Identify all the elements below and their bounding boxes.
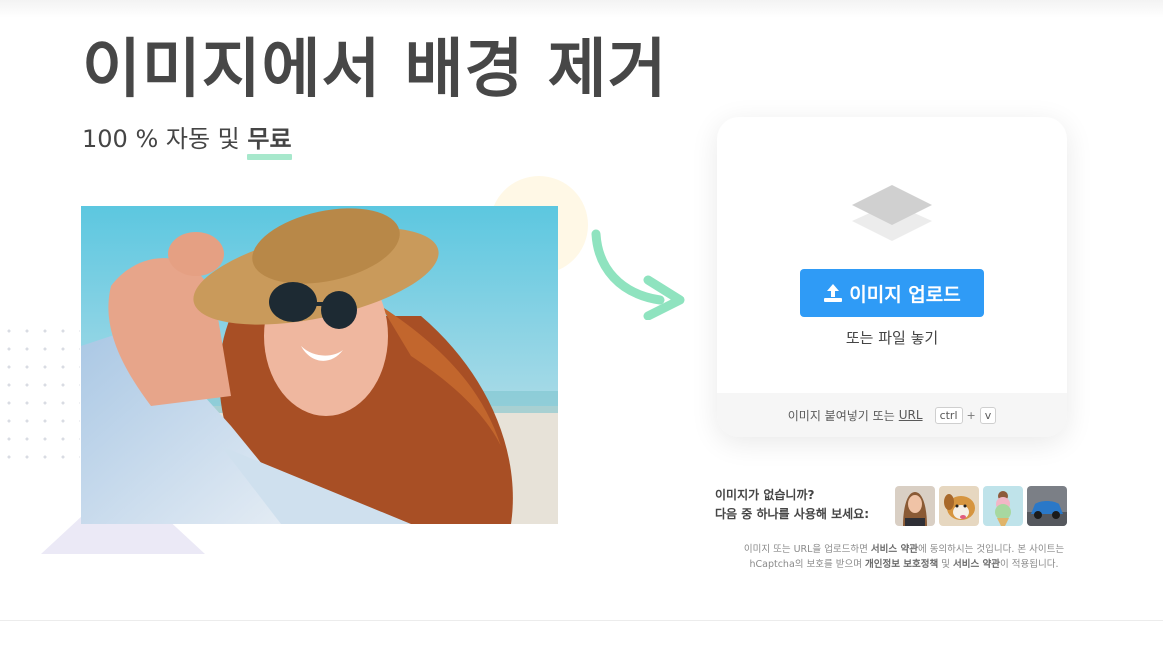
upload-card[interactable]: 이미지 업로드 또는 파일 놓기 이미지 붙여넣기 또는 URL ctrl + …	[717, 117, 1067, 437]
legal-text: 이 적용됩니다.	[1000, 559, 1059, 570]
sample-thumbnails	[895, 486, 1067, 526]
legal-notice: 이미지 또는 URL을 업로드하면 서비스 약관에 동의하시는 것입니다. 본 …	[720, 542, 1088, 572]
upload-image-button[interactable]: 이미지 업로드	[800, 269, 984, 317]
sample-thumb-car[interactable]	[1027, 486, 1067, 526]
ctrl-key: ctrl	[934, 406, 963, 424]
upload-icon	[824, 284, 843, 302]
terms-link[interactable]: 서비스 약관	[871, 544, 918, 555]
legal-text: 이미지 또는 URL을 업로드하면	[743, 544, 871, 555]
arrow-graphic	[591, 229, 685, 320]
sample-thumb-woman[interactable]	[895, 486, 935, 526]
sample-prompt: 이미지가 없습니까? 다음 중 하나를 사용해 보세요:	[715, 486, 869, 524]
layers-icon	[852, 185, 932, 241]
subtitle-highlight: 무료	[247, 122, 292, 160]
drop-file-text: 또는 파일 놓기	[845, 329, 939, 347]
url-link[interactable]: URL	[899, 408, 923, 422]
page-title: 이미지에서 배경 제거	[82, 33, 668, 107]
page-subtitle: 100 % 자동 및 무료	[82, 122, 292, 160]
sample-thumb-ice-cream[interactable]	[983, 486, 1023, 526]
privacy-link[interactable]: 개인정보 보호정책	[865, 559, 938, 570]
dot-pattern-decoration	[0, 322, 80, 472]
terms-link[interactable]: 서비스 약관	[953, 559, 1000, 570]
sample-prompt-line1: 이미지가 없습니까?	[715, 488, 815, 502]
section-divider	[0, 620, 1163, 621]
sample-thumb-puppy[interactable]	[939, 486, 979, 526]
upload-button-label: 이미지 업로드	[849, 283, 961, 306]
top-shadow	[0, 0, 1163, 18]
subtitle-text: 100 % 자동 및	[82, 125, 248, 153]
v-key: v	[979, 406, 997, 424]
legal-text: 및	[938, 559, 954, 570]
paste-hint: 이미지 붙여넣기 또는 URL ctrl + v	[717, 393, 1067, 437]
paste-text: 이미지 붙여넣기 또는	[787, 408, 895, 423]
hero-photo	[81, 206, 558, 524]
plus-sign: +	[966, 408, 976, 422]
sample-prompt-line2: 다음 중 하나를 사용해 보세요:	[715, 507, 869, 521]
